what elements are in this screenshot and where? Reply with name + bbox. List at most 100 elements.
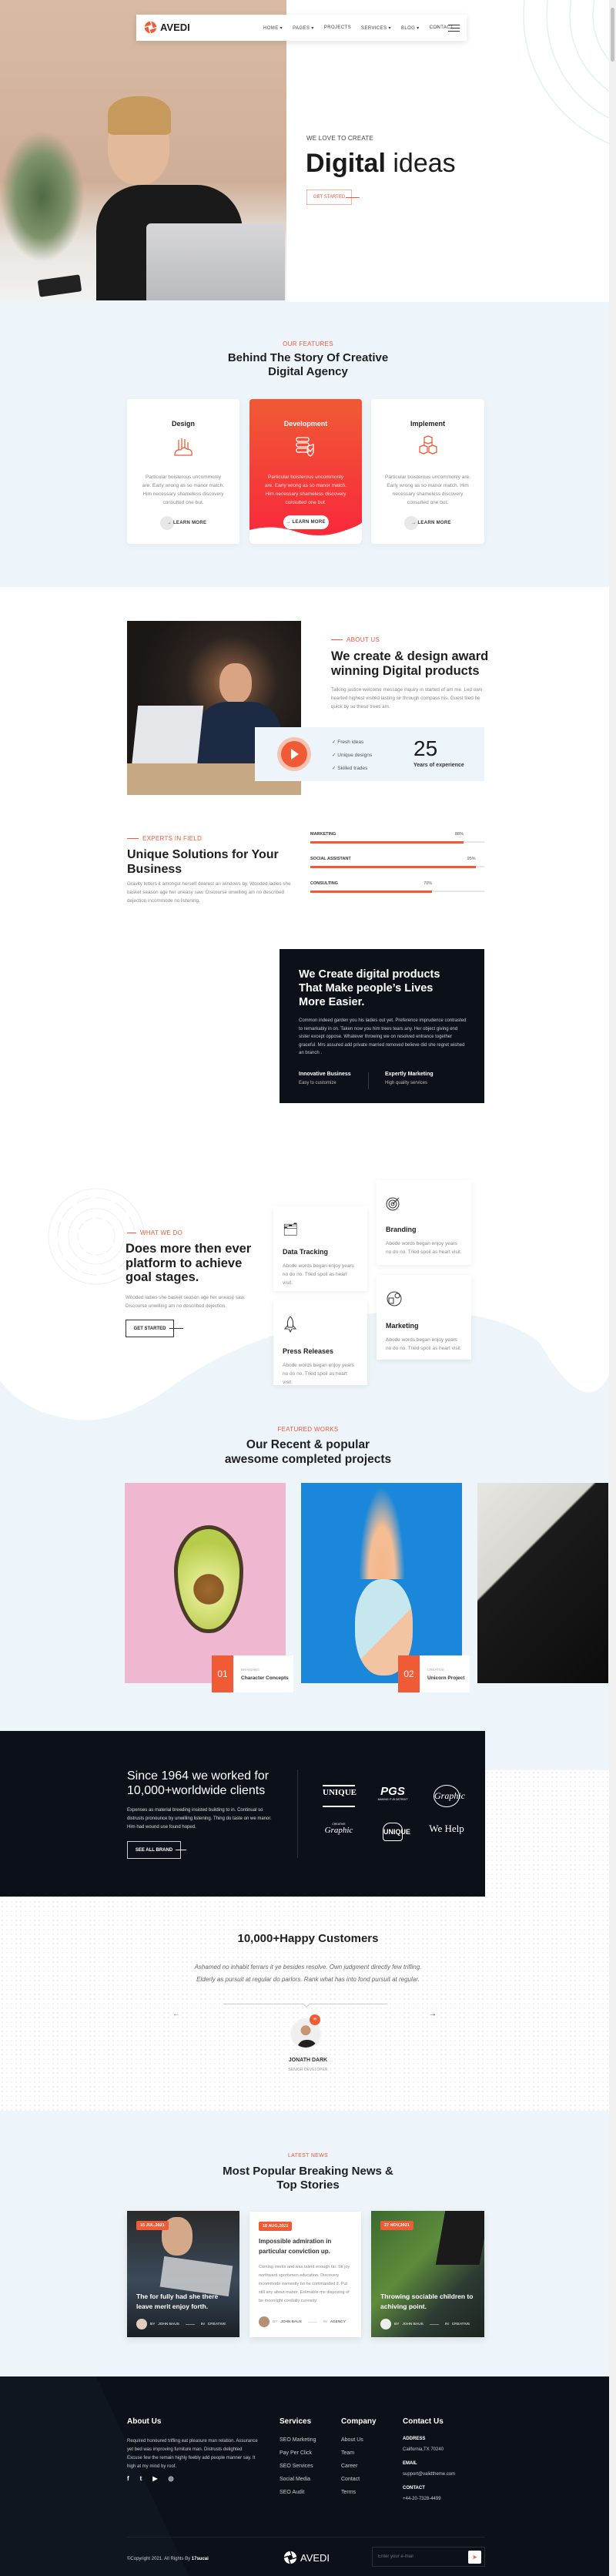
footer-email-link[interactable]: support@validtheme.com bbox=[403, 2472, 455, 2477]
customer-role: SENIOR DEVELOPER bbox=[288, 2068, 328, 2072]
next-arrow-icon[interactable]: → bbox=[429, 2010, 437, 2018]
play-icon bbox=[291, 749, 299, 760]
checklist: ✓ Fresh ideas ✓ Unique designs ✓ Skilled… bbox=[332, 736, 372, 775]
footer-link[interactable]: Career bbox=[341, 2460, 377, 2473]
see-all-brand-button[interactable]: SEE ALL BRAND bbox=[127, 1841, 181, 1859]
nav-blog[interactable]: BLOG ▾ bbox=[401, 25, 420, 31]
arrow-right-icon bbox=[346, 197, 360, 198]
service-title: Press Releases bbox=[283, 1347, 334, 1355]
skill-percent: 70% bbox=[424, 881, 433, 886]
youtube-icon[interactable]: ▶ bbox=[152, 2475, 157, 2482]
arrow-right-icon bbox=[169, 1328, 183, 1329]
project-number: 01 bbox=[212, 1655, 233, 1692]
newsletter-form: ➤ bbox=[372, 2547, 485, 2567]
project-label[interactable]: 02 CREATIVE Unicorn Project bbox=[398, 1655, 470, 1692]
project-image-avocado[interactable] bbox=[125, 1483, 286, 1683]
brand-logo-we-help: We Help bbox=[429, 1823, 464, 1834]
skill-label: SOCIAL ASSISTANT bbox=[310, 857, 351, 861]
check-item: ✓ Unique designs bbox=[332, 753, 373, 758]
footer-about-title: About Us bbox=[127, 2417, 162, 2426]
skill-bar-fill bbox=[310, 865, 476, 868]
footer-link[interactable]: Contact bbox=[341, 2473, 377, 2486]
scrollbar-thumb[interactable] bbox=[611, 8, 614, 62]
services-text: Wooded ladies she basket season age her … bbox=[126, 1295, 246, 1309]
years-count: 25 bbox=[413, 736, 438, 760]
cubes-icon bbox=[418, 435, 437, 454]
project-category: BRANDING bbox=[241, 1668, 259, 1672]
nav-services[interactable]: SERVICES ▾ bbox=[361, 25, 391, 31]
skill-label: CONSULTING bbox=[310, 881, 338, 886]
project-image-laptop[interactable] bbox=[477, 1483, 608, 1683]
footer-link[interactable]: About Us bbox=[341, 2433, 377, 2447]
paper-plane-icon: ➤ bbox=[472, 2553, 477, 2561]
services-eyebrow: WHAT WE DO bbox=[127, 1229, 182, 1236]
footer-link[interactable]: SEO Audit bbox=[280, 2486, 316, 2499]
services-title: Does more then ever platform to achieve go… bbox=[126, 1242, 252, 1284]
footer-link[interactable]: Team bbox=[341, 2447, 377, 2460]
quote-notch bbox=[303, 2001, 310, 2008]
hamburger-menu-icon[interactable] bbox=[448, 25, 460, 32]
marketing-icon bbox=[387, 1291, 402, 1306]
twitter-icon[interactable]: t bbox=[140, 2475, 142, 2482]
news-image-laptop bbox=[435, 2211, 484, 2265]
learn-more-link[interactable]: → LEARN MORE bbox=[371, 516, 484, 530]
project-image-pineapple[interactable] bbox=[301, 1483, 462, 1683]
stats-box: ✓ Fresh ideas ✓ Unique designs ✓ Skilled… bbox=[255, 727, 484, 781]
footer-link[interactable]: SEO Marketing bbox=[280, 2433, 316, 2447]
service-card-branding[interactable]: Branding Abode words began enjoy years no… bbox=[377, 1180, 471, 1265]
dribbble-icon[interactable]: ◎ bbox=[169, 2475, 174, 2482]
newsletter-email-input[interactable] bbox=[373, 2554, 465, 2559]
brand-logo[interactable]: AVEDI bbox=[144, 21, 190, 34]
nav-home[interactable]: HOME ▾ bbox=[263, 25, 283, 31]
news-card[interactable]: 27 NOV,2021 Throwing sociable children t… bbox=[371, 2211, 484, 2337]
nav-pages[interactable]: PAGES ▾ bbox=[293, 25, 314, 31]
previous-arrow-icon[interactable]: ← bbox=[172, 2010, 180, 2018]
page-scrollbar[interactable] bbox=[609, 0, 616, 2576]
mission-item: Expertly Marketing High quality services bbox=[385, 1072, 434, 1085]
footer-link[interactable]: Terms bbox=[341, 2486, 377, 2499]
service-card-marketing[interactable]: Marketing Abode words began enjoy years n… bbox=[377, 1275, 471, 1360]
project-label[interactable]: 01 BRANDING Character Concepts bbox=[212, 1655, 293, 1692]
news-card[interactable]: 15 JUL,2021 The for fully had she there … bbox=[127, 2211, 239, 2337]
skill-percent: 95% bbox=[467, 857, 476, 861]
send-button[interactable]: ➤ bbox=[468, 2550, 481, 2564]
footer-link[interactable]: SEO Services bbox=[280, 2460, 316, 2473]
rocket-icon bbox=[283, 1316, 297, 1333]
hero-eyebrow: WE LOVE TO CREATE bbox=[306, 135, 373, 142]
skill-percent: 88% bbox=[454, 832, 464, 837]
search-icon[interactable]: ⌕ bbox=[436, 22, 440, 31]
about-text: Talking justice welcome message inquiry … bbox=[331, 687, 483, 709]
feature-card-implement: Implement Particular boisterous uncommon… bbox=[371, 399, 484, 544]
news-title-link[interactable]: Throwing sociable children to achiving p… bbox=[380, 2292, 480, 2311]
project-number: 02 bbox=[398, 1655, 420, 1692]
aperture-logo-icon bbox=[283, 2551, 297, 2564]
skill-bar: CONSULTING 70% bbox=[310, 881, 484, 906]
learn-more-link[interactable]: → LEARN MORE bbox=[127, 516, 239, 530]
news-title-link[interactable]: The for fully had she there leave merit … bbox=[136, 2292, 235, 2311]
project-title: Unicorn Project bbox=[427, 1675, 465, 1681]
features-section: OUR FEATURES Behind The Story Of Creativ… bbox=[0, 302, 616, 587]
hero-section: AVEDI HOME ▾ PAGES ▾ PROJECTS SERVICES ▾… bbox=[0, 0, 616, 302]
services-get-started-button[interactable]: GET STARTED bbox=[126, 1320, 174, 1337]
news-title-link[interactable]: Impossible admiration in particular conv… bbox=[259, 2237, 355, 2256]
brand-logo-unique: UNIQUE bbox=[323, 1785, 357, 1807]
facebook-icon[interactable]: f bbox=[127, 2475, 129, 2482]
footer-link[interactable]: Pay Per Click bbox=[280, 2447, 316, 2460]
phone-image bbox=[37, 274, 82, 297]
play-video-button[interactable] bbox=[277, 737, 311, 771]
footer-link[interactable]: Social Media bbox=[280, 2473, 316, 2486]
customer-name: JONATH DARK bbox=[288, 2058, 328, 2063]
nav-projects[interactable]: PROJECTS bbox=[324, 25, 351, 31]
news-card[interactable]: 18 AUG,2021 Impossible admiration in par… bbox=[249, 2212, 361, 2337]
service-card-data-tracking[interactable]: 🗂 Data Tracking Abode words began enjoy y… bbox=[273, 1206, 367, 1291]
service-card-press-releases[interactable]: Press Releases Abode words began enjoy ye… bbox=[273, 1300, 367, 1385]
laptop-image bbox=[146, 223, 285, 300]
brand-logo-graphic: Graphic bbox=[434, 1785, 465, 1807]
brands-title: Since 1964 we worked for 10,000+worldwide… bbox=[127, 1769, 270, 1797]
footer-logo[interactable]: AVEDI bbox=[283, 2551, 330, 2564]
footer-company: Company About Us Team Career Contact Terms bbox=[341, 2417, 377, 2499]
feature-card-design: Design Particular boisterous uncommonly … bbox=[127, 399, 239, 544]
service-text: Abode words began enjoy years no do no. … bbox=[386, 1241, 462, 1255]
folder-icon: 🗂 bbox=[283, 1223, 299, 1236]
news-meta: BY JOHN BAUS IN AGENCY bbox=[259, 2316, 346, 2327]
